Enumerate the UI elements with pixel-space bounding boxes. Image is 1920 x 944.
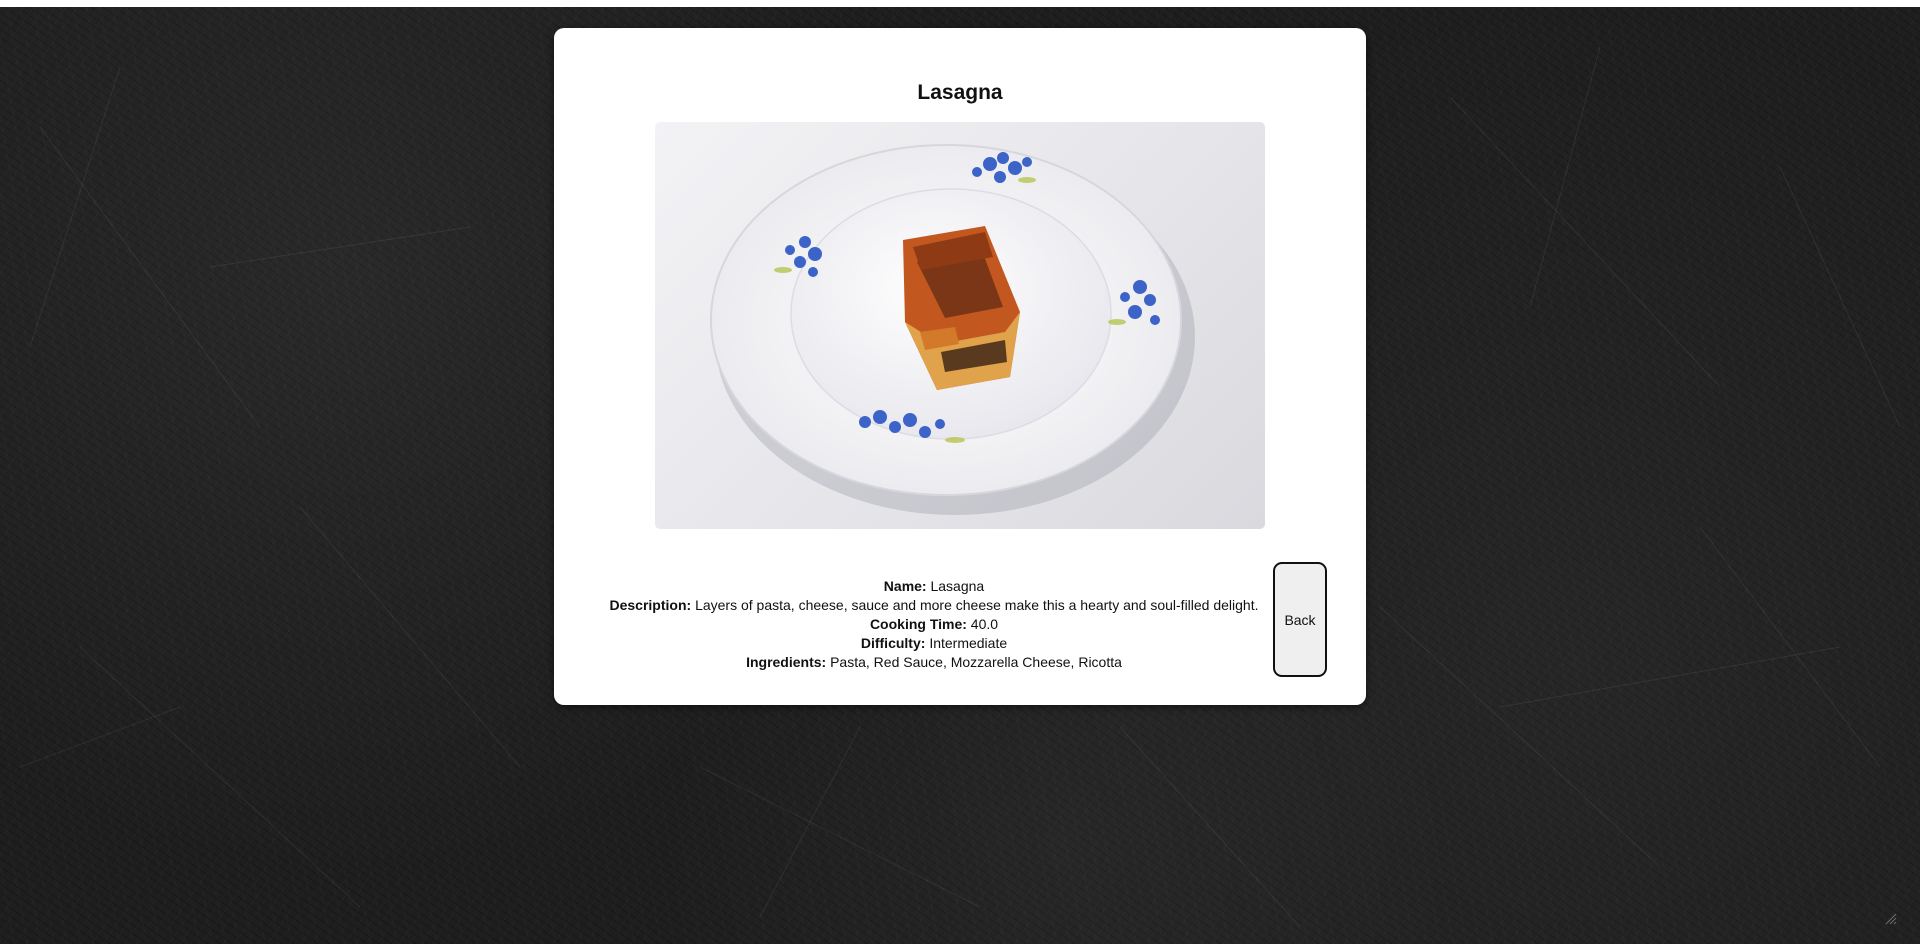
detail-row-description: Description: Layers of pasta, cheese, sa… [584, 596, 1284, 615]
detail-label: Name: [883, 578, 927, 594]
detail-label: Cooking Time: [869, 616, 967, 632]
detail-row-name: Name: Lasagna [584, 577, 1284, 596]
recipe-title: Lasagna [917, 81, 1003, 104]
page-background: Lasagna Name: Lasagna Description: Layer… [0, 7, 1920, 944]
detail-value: Pasta, Red Sauce, Mozzarella Cheese, Ric… [830, 654, 1122, 670]
detail-value: 40.0 [970, 616, 999, 632]
resize-grip-icon [1885, 913, 1897, 925]
detail-value: Layers of pasta, cheese, sauce and more … [695, 597, 1259, 613]
detail-value: Lasagna [930, 578, 985, 594]
back-button[interactable]: Back [1273, 562, 1327, 677]
detail-row-cooking-time: Cooking Time: 40.0 [584, 615, 1284, 634]
recipe-photo [655, 122, 1265, 529]
detail-value: Intermediate [929, 635, 1008, 651]
detail-label: Description: [609, 597, 692, 613]
detail-row-ingredients: Ingredients: Pasta, Red Sauce, Mozzarell… [584, 653, 1284, 672]
detail-row-difficulty: Difficulty: Intermediate [584, 634, 1284, 653]
recipe-card: Lasagna Name: Lasagna Description: Layer… [554, 28, 1366, 705]
detail-label: Difficulty: [860, 635, 926, 651]
detail-label: Ingredients: [746, 654, 827, 670]
recipe-details: Name: Lasagna Description: Layers of pas… [584, 577, 1284, 672]
